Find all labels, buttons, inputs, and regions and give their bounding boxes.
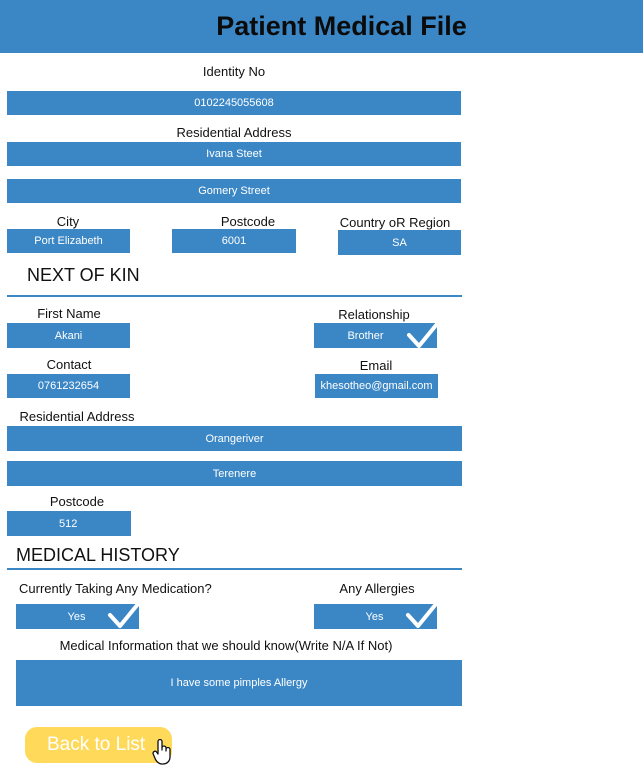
- checkmark-icon: [406, 602, 438, 628]
- kin-email-field[interactable]: khesotheo@gmail.com: [315, 374, 438, 398]
- kin-email-label: Email: [359, 358, 393, 373]
- kin-postcode-label: Postcode: [49, 494, 105, 509]
- kin-address-label: Residential Address: [19, 409, 135, 424]
- kin-first-name-field[interactable]: Akani: [7, 323, 130, 348]
- hand-pointer-icon: [152, 738, 171, 765]
- back-to-list-button[interactable]: Back to List: [25, 727, 172, 763]
- address-label: Residential Address: [176, 125, 292, 140]
- city-label: City: [56, 214, 80, 229]
- back-to-list-label: Back to List: [47, 734, 146, 755]
- page-title: Patient Medical File: [216, 11, 467, 41]
- checkmark-icon: [407, 322, 439, 348]
- identity-field[interactable]: 0102245055608: [7, 91, 461, 115]
- kin-address-line2-field[interactable]: Terenere: [7, 461, 462, 486]
- country-field[interactable]: SA: [338, 230, 461, 255]
- medical-info-label: Medical Information that we should know(…: [59, 638, 393, 653]
- address-line1-field[interactable]: Ivana Steet: [7, 142, 461, 166]
- allergies-label: Any Allergies: [339, 581, 415, 596]
- country-label: Country oR Region: [339, 215, 451, 230]
- postcode-label: Postcode: [220, 214, 276, 229]
- city-field[interactable]: Port Elizabeth: [7, 229, 130, 253]
- address-line2-field[interactable]: Gomery Street: [7, 179, 461, 203]
- checkmark-icon: [108, 602, 140, 628]
- next-of-kin-heading: NEXT OF KIN: [27, 265, 140, 285]
- medical-history-heading: MEDICAL HISTORY: [16, 545, 180, 565]
- kin-address-line1-field[interactable]: Orangeriver: [7, 426, 462, 451]
- kin-contact-field[interactable]: 0761232654: [7, 374, 130, 398]
- medical-info-field[interactable]: I have some pimples Allergy: [16, 660, 462, 706]
- kin-first-name-label: First Name: [37, 306, 101, 321]
- section-divider: [7, 295, 462, 297]
- medication-label: Currently Taking Any Medication?: [19, 581, 212, 596]
- kin-relationship-label: Relationship: [338, 307, 410, 322]
- kin-postcode-field[interactable]: 512: [7, 511, 131, 536]
- kin-contact-label: Contact: [46, 357, 92, 372]
- identity-label: Identity No: [202, 64, 266, 79]
- postcode-field[interactable]: 6001: [172, 229, 296, 253]
- section-divider: [7, 568, 462, 570]
